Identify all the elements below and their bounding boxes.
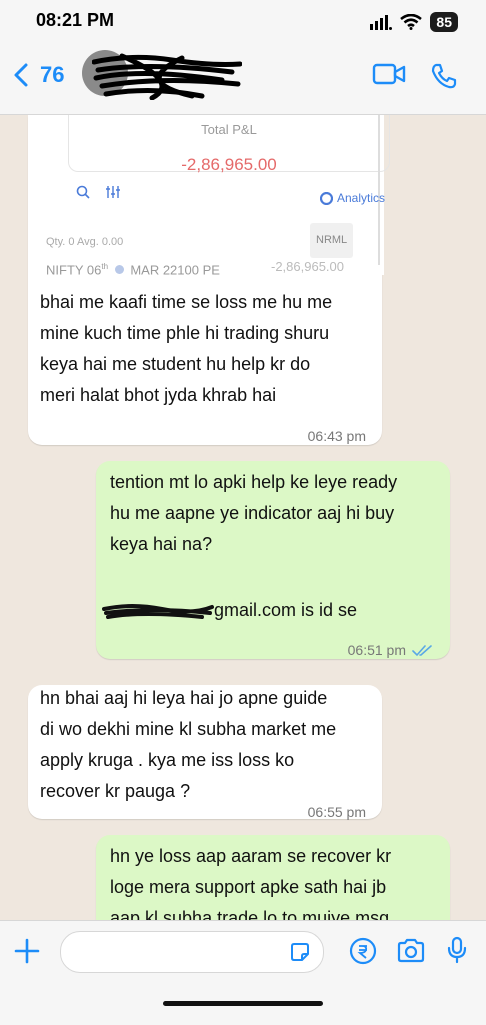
- incoming-message[interactable]: hn bhai aaj hi leya hai jo apne guide di…: [28, 685, 382, 820]
- email-line: gmail.com is id se: [102, 595, 440, 626]
- back-button[interactable]: 76: [12, 62, 64, 88]
- instrument-sup: th: [101, 262, 109, 271]
- message-time: 06:43 pm: [307, 428, 366, 444]
- pnl-card: Total P&L -2,86,965.00: [68, 115, 390, 174]
- incoming-message[interactable]: Total P&L -2,86,965.00 Analytics Qty. 0 …: [28, 115, 390, 445]
- chat-area[interactable]: Total P&L -2,86,965.00 Analytics Qty. 0 …: [0, 115, 486, 920]
- battery-indicator: 85: [430, 12, 458, 32]
- redacted-contact-name: [92, 53, 242, 100]
- instrument-contract: MAR 22100 PE: [130, 262, 220, 278]
- status-icons: 85: [370, 12, 458, 32]
- analytics-icon: [320, 192, 333, 205]
- attached-screenshot[interactable]: Total P&L -2,86,965.00 Analytics Qty. 0 …: [28, 115, 390, 277]
- unread-count: 76: [40, 62, 65, 87]
- screenshot-toolbar: Analytics: [76, 183, 390, 205]
- outgoing-message[interactable]: tention mt lo apki help ke leye ready hu…: [96, 461, 450, 659]
- plus-icon[interactable]: [14, 938, 40, 964]
- redacted-email: [102, 604, 214, 619]
- home-indicator: [163, 1001, 323, 1006]
- message-time: 06:55 pm: [307, 804, 366, 820]
- payment-icon[interactable]: [349, 937, 377, 965]
- camera-icon[interactable]: [396, 938, 426, 964]
- message-time: 06:51 pm: [347, 642, 406, 658]
- video-call-icon[interactable]: [372, 62, 406, 86]
- analytics-label: Analytics: [337, 191, 386, 205]
- sticker-icon[interactable]: [289, 941, 311, 963]
- message-text: bhai me kaafi time se loss me hu me mine…: [40, 292, 333, 405]
- message-text: hn ye loss aap aaram se recover kr loge …: [110, 846, 392, 920]
- wifi-icon: [400, 14, 423, 30]
- status-time: 08:21 PM: [36, 10, 115, 30]
- chevron-left-icon: [14, 63, 28, 87]
- pnl-label: Total P&L: [201, 122, 257, 137]
- message-input[interactable]: [60, 931, 324, 973]
- chat-header: 76: [0, 44, 486, 115]
- phone-call-icon[interactable]: [430, 62, 458, 90]
- message-meta: 06:43 pm: [308, 421, 366, 452]
- microphone-icon[interactable]: [446, 936, 468, 964]
- message-meta: 06:55 pm: [308, 797, 366, 828]
- filter-icon: [106, 186, 120, 198]
- double-check-read-icon: [412, 644, 432, 656]
- composer-bar: [0, 920, 486, 1025]
- message-text: tention mt lo apki help ke leye ready hu…: [110, 472, 398, 554]
- message-text: hn bhai aaj hi leya hai jo apne guide di…: [40, 688, 337, 801]
- info-dot-icon: [114, 265, 124, 275]
- status-bar: 08:21 PM 85: [0, 0, 486, 44]
- outgoing-message[interactable]: hn ye loss aap aaram se recover kr loge …: [96, 835, 450, 920]
- cellular-signal-icon: [370, 15, 393, 30]
- instrument-row: NIFTY 06th MAR 22100 PE: [46, 251, 220, 285]
- message-meta: 06:51 pm: [348, 635, 434, 666]
- email-suffix: gmail.com is id se: [214, 600, 358, 620]
- position-pnl: -2,86,965.00: [271, 259, 345, 274]
- search-icon: [76, 185, 90, 199]
- instrument-name: NIFTY 06: [46, 262, 102, 278]
- message-input-field[interactable]: [75, 940, 279, 964]
- pnl-value: -2,86,965.00: [181, 155, 277, 174]
